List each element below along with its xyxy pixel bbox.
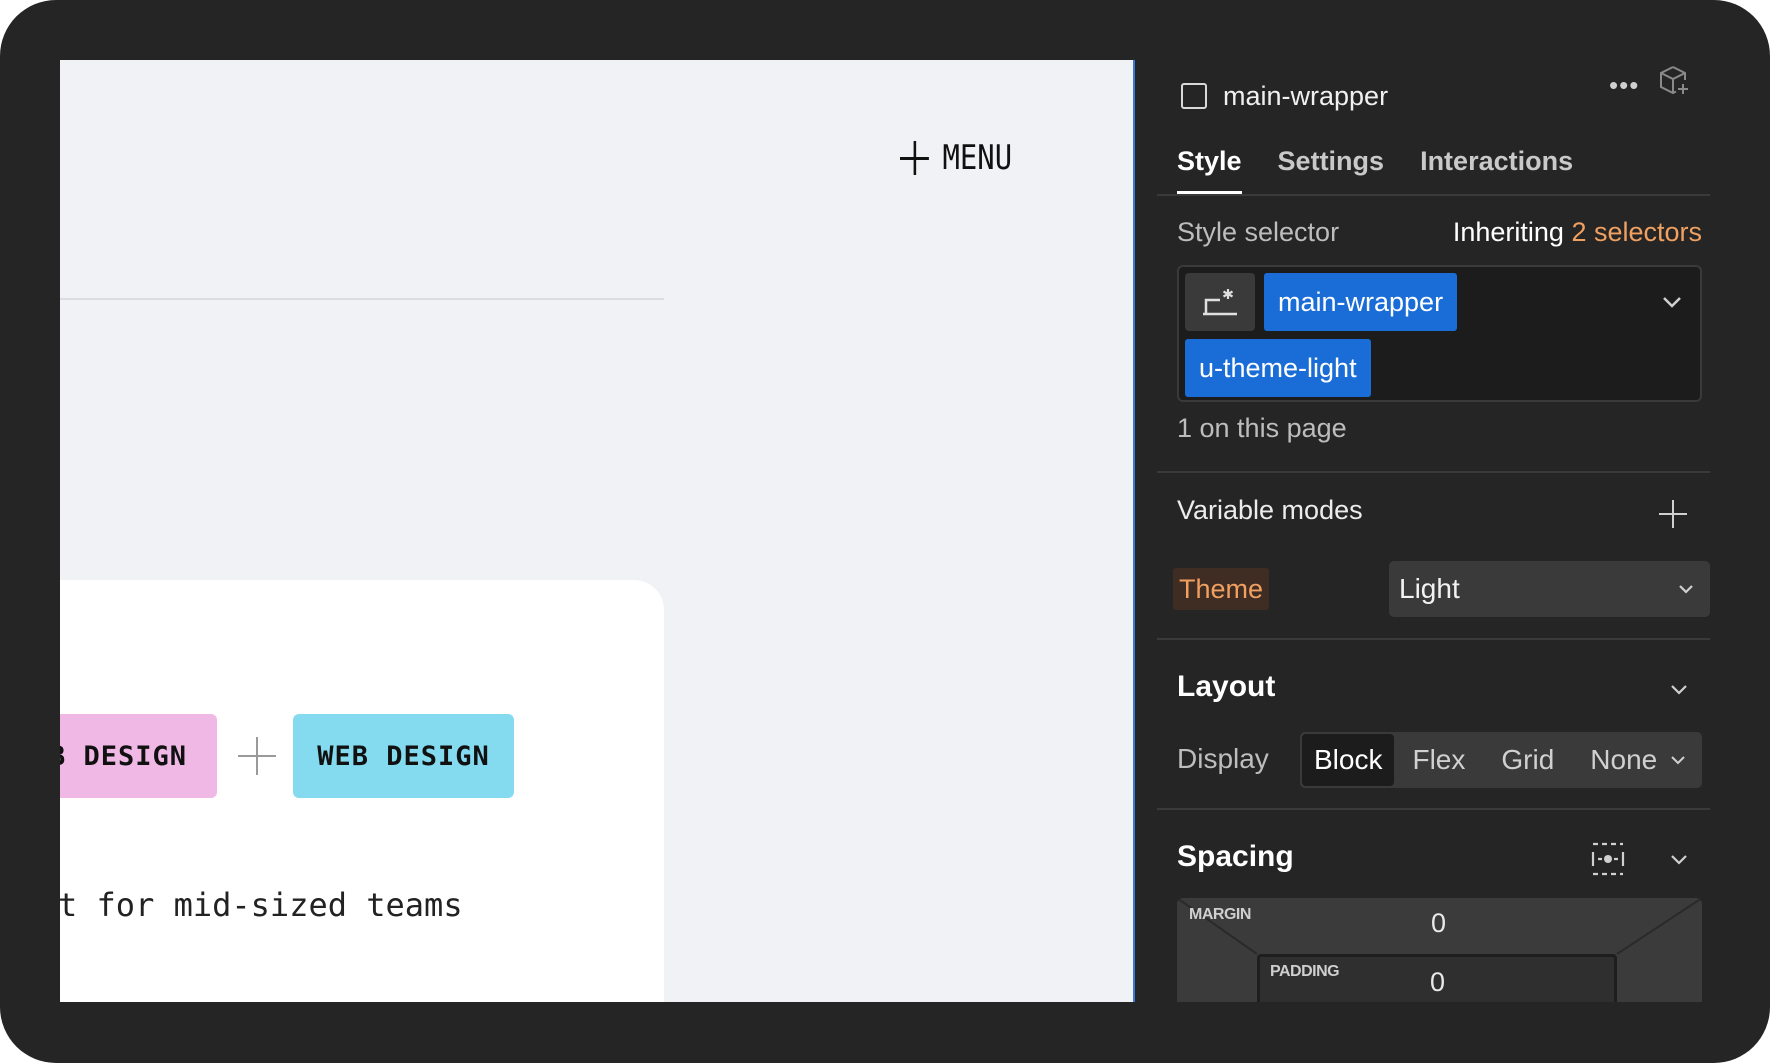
more-horizontal-icon[interactable]: ••• <box>1609 70 1639 101</box>
style-selector-field[interactable]: main-wrapper u-theme-light <box>1177 265 1702 402</box>
display-option-block[interactable]: Block <box>1302 734 1395 786</box>
divider <box>1157 194 1710 196</box>
spacing-mode-icon[interactable] <box>1589 840 1627 878</box>
tag-web-design-blue[interactable]: WEB DESIGN <box>293 714 514 798</box>
margin-label: MARGIN <box>1189 906 1251 923</box>
selector-usage-count: 1 on this page <box>1177 413 1347 443</box>
chevron-down-icon <box>1671 756 1685 765</box>
selector-chip-u-theme-light[interactable]: u-theme-light <box>1185 339 1371 397</box>
tab-settings[interactable]: Settings <box>1278 134 1385 194</box>
theme-select-value: Light <box>1399 573 1460 604</box>
display-option-grid[interactable]: Grid <box>1483 734 1572 786</box>
display-segmented-control: Block Flex Grid None <box>1300 732 1702 788</box>
plus-icon <box>900 141 929 175</box>
add-variable-mode-icon[interactable] <box>1659 500 1687 528</box>
spacing-section-title[interactable]: Spacing <box>1177 840 1294 874</box>
display-option-none-label: None <box>1590 744 1658 775</box>
menu-button[interactable]: MENU <box>900 130 1012 186</box>
padding-label: PADDING <box>1270 963 1340 980</box>
style-selector-label: Style selector <box>1177 217 1340 247</box>
state-star-icon <box>1203 289 1237 316</box>
selector-state-icon[interactable] <box>1185 273 1255 331</box>
inheriting-info[interactable]: Inheriting 2 selectors <box>1453 217 1702 248</box>
selector-chip-main-wrapper[interactable]: main-wrapper <box>1264 273 1458 331</box>
divider <box>1157 808 1710 810</box>
display-option-none[interactable]: None <box>1572 734 1705 786</box>
menu-label: MENU <box>942 138 1013 178</box>
chevron-down-icon[interactable] <box>1659 289 1685 315</box>
selected-element-name: main-wrapper <box>1223 80 1389 111</box>
tab-style[interactable]: Style <box>1177 134 1242 194</box>
plus-icon <box>238 737 276 775</box>
theme-label: Theme <box>1173 568 1270 610</box>
chevron-down-icon[interactable] <box>1667 678 1691 702</box>
component-add-icon[interactable] <box>1657 64 1691 98</box>
tab-interactions[interactable]: Interactions <box>1420 134 1573 194</box>
padding-top-value[interactable]: 0 <box>1430 967 1445 998</box>
chevron-down-icon <box>1679 585 1693 594</box>
app-frame: MENU B DESIGN WEB DESIGN t for mid-sized… <box>0 0 1770 1063</box>
canvas-selection-edge <box>1133 60 1135 1002</box>
divider <box>1157 638 1710 640</box>
variable-modes-title: Variable modes <box>1177 495 1363 525</box>
layout-section-title[interactable]: Layout <box>1177 670 1275 704</box>
spacing-box-model: MARGIN 0 PADDING 0 <box>1177 898 1702 1002</box>
card-description: t for mid-sized teams <box>60 886 463 924</box>
display-label: Display <box>1177 743 1269 774</box>
divider <box>60 298 664 300</box>
margin-top-value[interactable]: 0 <box>1431 908 1446 939</box>
inheriting-count[interactable]: 2 selectors <box>1571 217 1702 247</box>
theme-select[interactable]: Light <box>1389 561 1710 617</box>
design-canvas[interactable]: MENU B DESIGN WEB DESIGN t for mid-sized… <box>60 60 1133 1002</box>
panel-tabs: Style Settings Interactions <box>1177 134 1573 194</box>
padding-box: PADDING 0 <box>1257 954 1617 1002</box>
tag-web-design-pink[interactable]: B DESIGN <box>60 714 217 798</box>
inheriting-prefix: Inheriting <box>1452 217 1564 247</box>
chevron-down-icon[interactable] <box>1667 848 1691 872</box>
style-panel: main-wrapper ••• Style Settings Interact… <box>1157 60 1710 1002</box>
element-checkbox[interactable] <box>1181 83 1207 109</box>
display-option-flex[interactable]: Flex <box>1394 734 1483 786</box>
divider <box>1157 471 1710 473</box>
